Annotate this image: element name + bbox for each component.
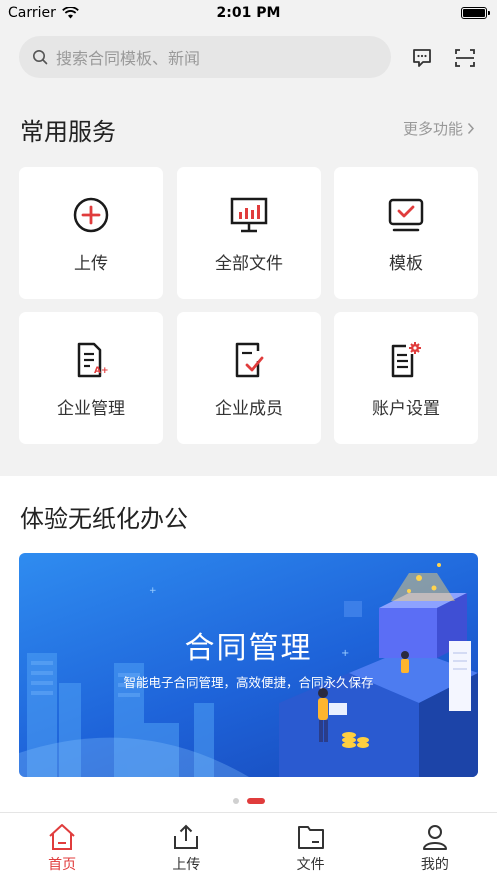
search-input[interactable]: 搜索合同模板、新闻	[19, 36, 391, 78]
services-title: 常用服务	[20, 118, 116, 146]
more-features-link[interactable]: 更多功能	[403, 118, 475, 139]
tab-upload[interactable]: 上传	[124, 813, 248, 883]
document-check-icon	[235, 342, 264, 378]
upload-plus-icon	[73, 197, 109, 233]
tab-label: 文件	[296, 857, 325, 873]
contract-management-banner[interactable]: + + 合同管理 智能电子合同管理，高效便捷，合同永久保存	[19, 553, 478, 777]
service-card-enterprise-management[interactable]: A+ 企业管理	[19, 312, 163, 444]
clock: 2:01 PM	[216, 5, 281, 21]
folder-icon	[297, 826, 324, 849]
more-features-label: 更多功能	[402, 120, 463, 138]
tab-home[interactable]: 首页	[0, 813, 124, 883]
pagination-dot-active[interactable]	[246, 798, 265, 804]
tab-label: 我的	[420, 857, 449, 873]
service-card-upload[interactable]: 上传	[19, 167, 163, 299]
carrier-label: Carrier	[8, 5, 56, 21]
tab-profile[interactable]: 我的	[373, 813, 497, 883]
scan-icon[interactable]	[453, 46, 477, 70]
service-card-all-files[interactable]: 全部文件	[177, 167, 321, 299]
service-card-templates[interactable]: 模板	[334, 167, 478, 299]
banner-title: 合同管理	[184, 631, 313, 666]
service-label: 全部文件	[215, 254, 283, 274]
wifi-icon	[62, 7, 79, 19]
service-label: 模板	[389, 254, 423, 274]
tab-label: 上传	[172, 857, 201, 873]
document-gear-icon	[391, 342, 421, 378]
user-icon	[422, 825, 447, 850]
banner-pagination	[0, 798, 497, 804]
battery-icon	[461, 7, 490, 19]
upload-icon	[174, 824, 199, 849]
service-label: 上传	[74, 254, 108, 274]
tab-files[interactable]: 文件	[249, 813, 373, 883]
service-card-account-settings[interactable]: 账户设置	[334, 312, 478, 444]
tab-label: 首页	[48, 857, 77, 873]
search-placeholder: 搜索合同模板、新闻	[56, 49, 201, 68]
service-label: 企业成员	[215, 399, 283, 419]
document-a-plus-icon: A+	[77, 342, 109, 378]
search-row: 搜索合同模板、新闻	[0, 36, 497, 78]
monitor-chart-icon	[230, 197, 268, 233]
search-icon	[33, 50, 48, 65]
feature-title: 体验无纸化办公	[20, 505, 188, 533]
service-label: 企业管理	[57, 399, 125, 419]
pagination-dot[interactable]	[232, 798, 239, 804]
service-card-enterprise-members[interactable]: 企业成员	[177, 312, 321, 444]
service-label: 账户设置	[372, 399, 440, 419]
banner-subtitle: 智能电子合同管理，高效便捷，合同永久保存	[123, 675, 374, 690]
chevron-right-icon	[467, 122, 475, 135]
home-screen: Carrier 2:01 PM 搜索合同模板、新闻 常用服务 更多功能 上传 全…	[0, 0, 497, 883]
home-icon	[49, 824, 75, 850]
status-bar: Carrier 2:01 PM	[0, 0, 497, 26]
svg-text:+: +	[149, 586, 157, 596]
message-icon[interactable]	[410, 46, 434, 70]
svg-text:A+: A+	[94, 366, 109, 376]
tab-bar: 首页 上传 文件 我的	[0, 812, 497, 883]
template-icon	[388, 198, 424, 232]
